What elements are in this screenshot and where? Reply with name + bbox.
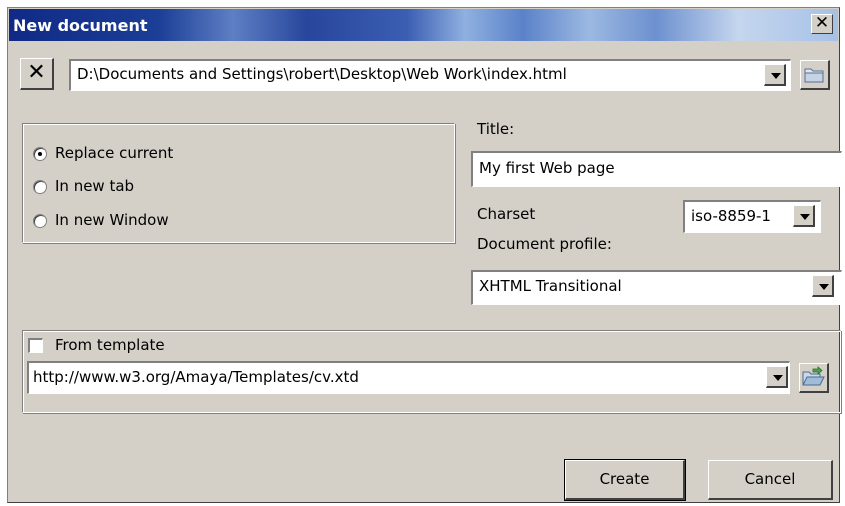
- document-profile-label: Document profile:: [477, 235, 612, 253]
- title-input[interactable]: My first Web page: [471, 151, 842, 187]
- radio-label: Replace current: [55, 144, 174, 162]
- radio-button[interactable]: [33, 147, 47, 161]
- charset-dropdown-button[interactable]: [793, 205, 815, 227]
- document-profile-value: XHTML Transitional: [479, 277, 622, 295]
- folder-icon: [804, 68, 824, 83]
- close-icon: ✕: [814, 13, 830, 33]
- folder-open-icon: [802, 366, 825, 386]
- dialog-title: New document: [13, 16, 148, 35]
- location-combo[interactable]: D:\Documents and Settings\robert\Desktop…: [69, 59, 791, 91]
- title-label: Title:: [477, 120, 515, 138]
- close-window-button[interactable]: ✕: [811, 14, 833, 34]
- cancel-button[interactable]: Cancel: [708, 460, 833, 500]
- template-url-input[interactable]: http://www.w3.org/Amaya/Templates/cv.xtd: [33, 368, 359, 386]
- title-bar: New document ✕: [9, 9, 838, 41]
- from-template-label: From template: [55, 336, 165, 354]
- from-template-checkbox[interactable]: [28, 338, 43, 353]
- browse-folder-button[interactable]: [800, 60, 830, 90]
- clear-location-button[interactable]: ✕: [20, 58, 54, 90]
- browse-template-button[interactable]: [799, 363, 829, 393]
- charset-label: Charset: [477, 205, 536, 223]
- new-document-dialog: New document ✕ ✕ D:\Documents and Settin…: [7, 7, 842, 503]
- location-input[interactable]: D:\Documents and Settings\robert\Desktop…: [77, 65, 567, 83]
- profile-dropdown-button[interactable]: [812, 275, 834, 297]
- close-icon: ✕: [27, 60, 46, 85]
- location-dropdown-button[interactable]: [764, 64, 786, 86]
- open-in-group: Replace current In new tab In new Window: [22, 123, 455, 243]
- radio-label: In new Window: [55, 211, 169, 229]
- radio-button[interactable]: [33, 180, 47, 194]
- document-profile-select[interactable]: XHTML Transitional: [471, 270, 842, 305]
- charset-value: iso-8859-1: [691, 207, 771, 225]
- radio-label: In new tab: [55, 177, 135, 195]
- template-dropdown-button[interactable]: [766, 366, 788, 388]
- create-button[interactable]: Create: [564, 459, 686, 501]
- radio-button[interactable]: [33, 214, 47, 228]
- template-group: From template http://www.w3.org/Amaya/Te…: [22, 330, 841, 413]
- template-url-combo[interactable]: http://www.w3.org/Amaya/Templates/cv.xtd: [27, 361, 790, 394]
